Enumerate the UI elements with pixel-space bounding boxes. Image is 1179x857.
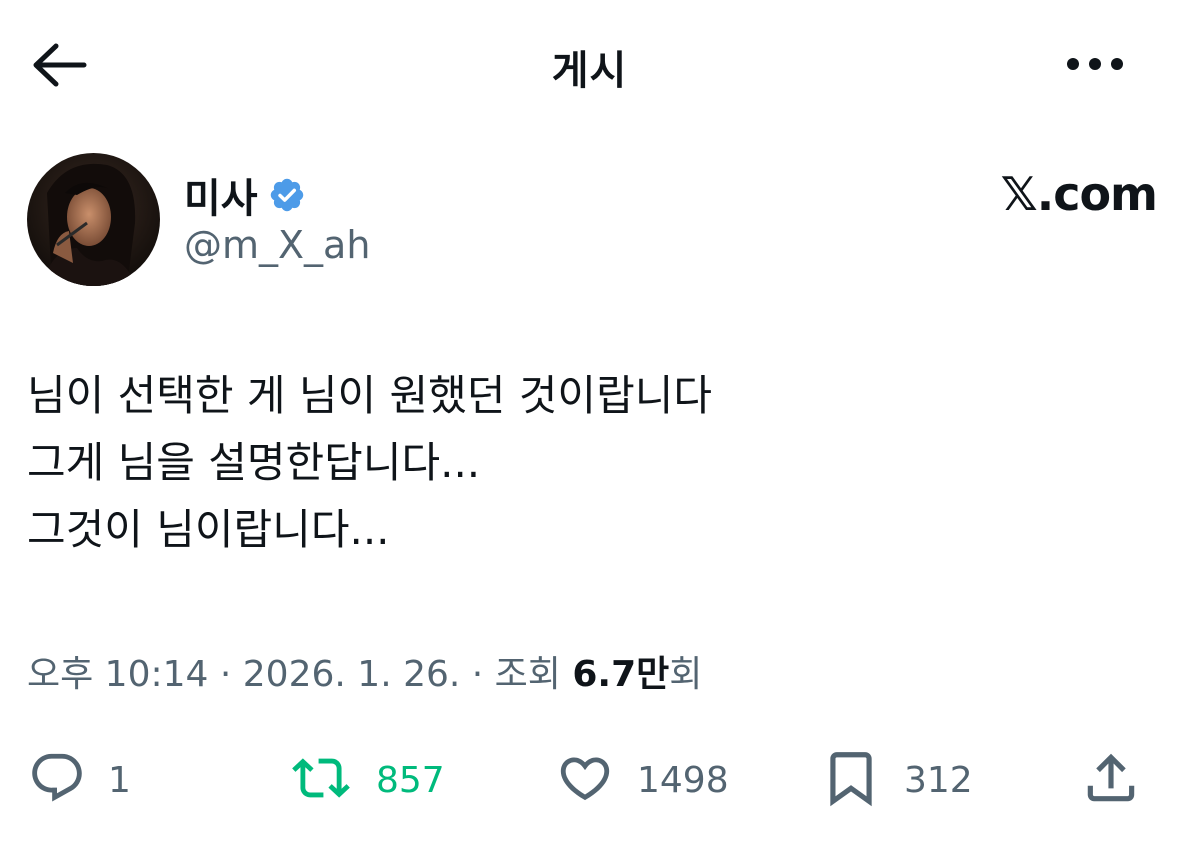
tweet-line: 님이 선택한 게 님이 원했던 것이랍니다 <box>27 371 712 420</box>
top-bar: 게시 <box>0 0 1179 130</box>
reply-icon <box>28 749 86 811</box>
retweet-icon <box>288 749 354 811</box>
post-time[interactable]: 오후 10:14 <box>27 654 208 695</box>
like-count: 1498 <box>637 759 729 801</box>
tweet-text: 님이 선택한 게 님이 원했던 것이랍니다 그게 님을 설명한답니다... 그것… <box>27 362 1147 563</box>
heart-icon <box>555 749 615 811</box>
reply-count: 1 <box>108 759 131 801</box>
bookmark-icon <box>820 747 882 813</box>
like-button[interactable]: 1498 <box>555 740 729 820</box>
views-suffix: 회 <box>669 654 703 695</box>
display-name-row: 미사 <box>184 167 306 223</box>
page-title: 게시 <box>551 48 628 94</box>
post-date[interactable]: 2026. 1. 26. <box>243 654 461 695</box>
tweet-line: 그것이 님이랍니다... <box>27 505 390 554</box>
views-label: 조회 <box>494 654 561 695</box>
tweet-meta: 오후 10:14 · 2026. 1. 26. · 조회 6.7만회 <box>27 645 702 697</box>
share-button[interactable] <box>1080 740 1142 820</box>
author-row: 미사 @m_X_ah 𝕏.com <box>27 153 1158 288</box>
action-bar: 1 857 1498 312 <box>0 740 1179 820</box>
meta-separator: · <box>208 654 243 695</box>
brand-watermark: 𝕏.com <box>1000 167 1158 221</box>
verified-badge-icon[interactable] <box>268 176 306 214</box>
bookmark-count: 312 <box>904 759 973 801</box>
views-count: 6.7만 <box>572 654 670 695</box>
retweet-button[interactable]: 857 <box>288 740 445 820</box>
tweet-line: 그게 님을 설명한답니다... <box>27 438 481 487</box>
meta-separator: · <box>460 654 495 695</box>
reply-button[interactable]: 1 <box>28 740 131 820</box>
bookmark-button[interactable]: 312 <box>820 740 973 820</box>
more-horizontal-icon <box>1065 56 1125 76</box>
avatar[interactable] <box>27 153 160 286</box>
retweet-count: 857 <box>376 759 445 801</box>
more-button[interactable] <box>1062 48 1128 84</box>
display-name[interactable]: 미사 <box>184 166 258 224</box>
share-icon <box>1080 747 1142 813</box>
user-handle[interactable]: @m_X_ah <box>184 223 370 267</box>
